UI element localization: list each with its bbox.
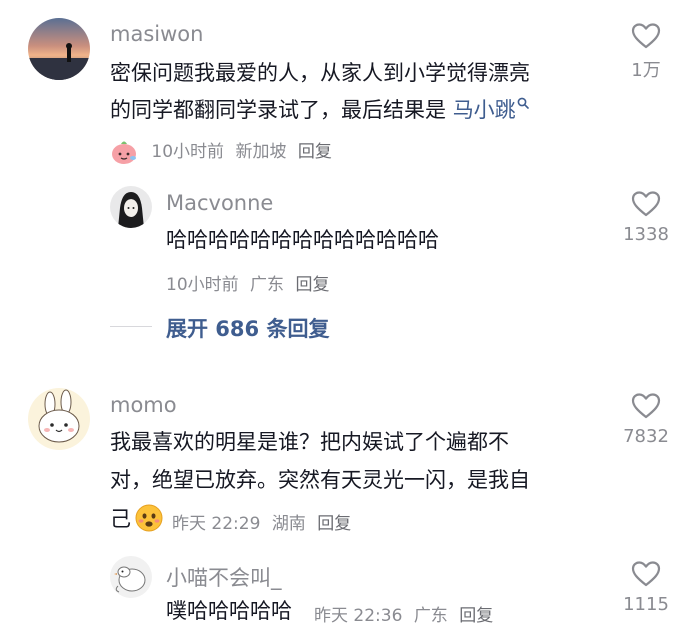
comment-text-line: 的同学都翻同学录试了，最后结果是 马小跳 xyxy=(110,93,529,128)
comment-time: 10小时前 xyxy=(151,142,225,162)
comment-meta: 昨天 22:29 湖南 回复 xyxy=(172,509,357,534)
peach-face-emoji xyxy=(112,141,136,164)
avatar-macvonne[interactable] xyxy=(110,186,152,228)
comment-text-line: 己 xyxy=(110,502,131,537)
comment-text-segment: 己 xyxy=(110,507,131,531)
like-button[interactable]: 1万 xyxy=(606,22,686,82)
avatar-xiaomiao[interactable] xyxy=(110,556,152,598)
reply-location: 广东 xyxy=(250,275,285,295)
like-count: 1万 xyxy=(631,60,661,81)
reply-button[interactable]: 回复 xyxy=(295,275,329,295)
like-button[interactable]: 1338 xyxy=(606,190,686,245)
heart-outline-icon xyxy=(631,393,661,419)
heart-outline-icon xyxy=(631,191,661,217)
avatar-momo[interactable] xyxy=(28,388,90,450)
comment-location: 湖南 xyxy=(271,514,306,534)
reply-text: 噗哈哈哈哈哈 xyxy=(166,599,292,623)
bird-avatar-image xyxy=(110,556,152,598)
comment-meta: 10小时前 新加坡 回复 xyxy=(110,137,338,165)
reply-username[interactable]: 小喵不会叫_ xyxy=(166,562,282,592)
comment-text-line: 我最喜欢的明星是谁？把内娱试了个遍都不 xyxy=(110,430,509,454)
comment-time: 昨天 22:29 xyxy=(172,514,261,534)
expand-replies-button[interactable]: 展开 686 条回复 xyxy=(166,313,329,343)
reply-meta: 昨天 22:36 广东 回复 xyxy=(314,601,499,626)
reply-button[interactable]: 回复 xyxy=(459,606,493,626)
reply-location: 广东 xyxy=(413,606,448,626)
expand-divider xyxy=(110,326,152,327)
reply-button[interactable]: 回复 xyxy=(298,142,332,162)
like-button[interactable]: 7832 xyxy=(606,392,686,447)
reply-button[interactable]: 回复 xyxy=(317,514,351,534)
reply-time: 10小时前 xyxy=(166,275,239,295)
comment-text-line: 密保问题我最爱的人，从家人到小学觉得漂亮 xyxy=(110,61,530,85)
like-count: 7832 xyxy=(623,426,669,447)
search-link-label: 马小跳 xyxy=(452,98,516,122)
reply-time: 昨天 22:36 xyxy=(314,606,403,626)
like-count: 1338 xyxy=(623,224,669,245)
comment-text-line: 对，绝望已放弃。突然有天灵光一闪，是我自 xyxy=(110,468,530,492)
comment-username[interactable]: masiwon xyxy=(110,22,203,46)
reply-text: 哈哈哈哈哈哈哈哈哈哈哈哈哈 xyxy=(166,228,439,252)
comment-text-segment: 的同学都翻同学录试了，最后结果是 xyxy=(110,98,453,122)
character-avatar-image xyxy=(110,186,152,228)
comment-location: 新加坡 xyxy=(235,142,287,162)
sunset-avatar-image xyxy=(28,18,90,80)
heart-outline-icon xyxy=(631,561,661,587)
reply-meta: 10小时前 广东 回复 xyxy=(166,270,335,295)
bunny-avatar-image xyxy=(28,388,90,450)
like-button[interactable]: 1115 xyxy=(606,560,686,615)
reply-username[interactable]: Macvonne xyxy=(166,191,273,215)
like-count: 1115 xyxy=(623,594,669,615)
heart-outline-icon xyxy=(631,23,661,49)
avatar-masiwon[interactable] xyxy=(28,18,90,80)
worried-face-emoji xyxy=(135,504,163,532)
comment-username[interactable]: momo xyxy=(110,393,177,417)
search-icon xyxy=(517,97,529,109)
search-link[interactable]: 马小跳 xyxy=(452,97,529,122)
